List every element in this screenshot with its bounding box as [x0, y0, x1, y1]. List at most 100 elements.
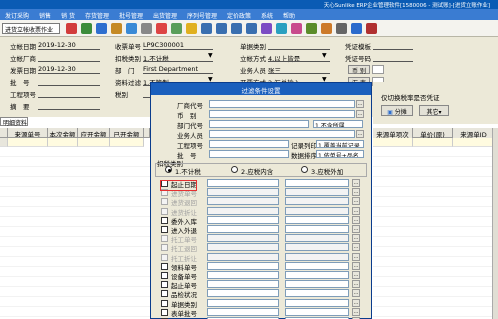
ellipsis-icon[interactable]: …	[352, 271, 360, 279]
batch-input[interactable]	[209, 150, 289, 158]
ellipsis-icon[interactable]: …	[352, 197, 360, 206]
range-from-input[interactable]	[207, 206, 279, 215]
ellipsis-icon[interactable]: …	[352, 289, 360, 298]
range-from-input[interactable]	[207, 271, 279, 279]
close-icon[interactable]	[66, 23, 77, 34]
filter-checkbox[interactable]	[161, 262, 168, 270]
filter-checkbox[interactable]	[161, 299, 168, 307]
table-cell[interactable]	[48, 138, 78, 147]
delete-icon[interactable]	[156, 23, 167, 34]
last-record-icon[interactable]	[246, 23, 257, 34]
sort-select[interactable]: 1.依单号+品名	[316, 150, 364, 158]
chevron-down-icon[interactable]: ▼	[322, 52, 327, 59]
department-scope-select[interactable]: 1.不含所属	[313, 120, 363, 128]
ellipsis-icon[interactable]: …	[352, 234, 360, 243]
range-to-input[interactable]	[285, 188, 349, 197]
prev-record-icon[interactable]	[216, 23, 227, 34]
range-to-input[interactable]	[285, 289, 349, 298]
tax-voucher-link[interactable]: 仅切换税率是否凭证	[381, 92, 440, 102]
split-button[interactable]: ▣ 分摊	[381, 105, 413, 116]
ellipsis-icon[interactable]: …	[352, 179, 360, 187]
ellipsis-icon[interactable]: …	[352, 252, 360, 261]
folder-icon[interactable]	[186, 23, 197, 34]
menu-item[interactable]: 序列号管理	[182, 9, 222, 20]
currency-button[interactable]: 币 别	[348, 65, 370, 75]
filter-checkbox[interactable]	[161, 281, 168, 289]
menu-item[interactable]: 销 货	[56, 9, 80, 20]
menu-item[interactable]: 出货管理	[148, 9, 182, 20]
table-cell[interactable]	[110, 138, 144, 147]
form-select-combo[interactable]: 进货立帐收票作业	[2, 23, 60, 34]
range-from-input[interactable]	[207, 252, 279, 261]
help-icon[interactable]	[291, 23, 302, 34]
project-input[interactable]	[209, 140, 289, 148]
range-from-input[interactable]	[207, 225, 279, 233]
open-icon[interactable]	[111, 23, 122, 34]
tax-radio-1[interactable]	[165, 166, 172, 173]
range-to-input[interactable]	[285, 197, 349, 206]
table-cell[interactable]	[453, 138, 495, 147]
range-to-input[interactable]	[285, 298, 349, 307]
filter-checkbox[interactable]	[161, 290, 168, 298]
filter-checkbox[interactable]	[161, 272, 168, 279]
range-to-input[interactable]	[285, 280, 349, 289]
new-doc-icon[interactable]	[96, 23, 107, 34]
menu-item[interactable]: 系统	[256, 9, 278, 20]
ellipsis-icon[interactable]: …	[356, 110, 364, 118]
filter-checkbox[interactable]	[161, 198, 168, 206]
ellipsis-icon[interactable]: …	[356, 130, 364, 138]
ellipsis-icon[interactable]: …	[352, 261, 360, 270]
ellipsis-icon[interactable]: …	[356, 100, 364, 108]
ellipsis-icon[interactable]: …	[352, 307, 360, 316]
first-record-icon[interactable]	[201, 23, 212, 34]
table-cell[interactable]	[78, 138, 110, 147]
filter-checkbox[interactable]	[161, 244, 168, 252]
filter-checkbox[interactable]	[161, 216, 168, 224]
tab-detail[interactable]: 明细资料	[0, 117, 28, 127]
range-to-input[interactable]	[285, 307, 349, 316]
currency-input[interactable]	[209, 110, 355, 118]
range-from-input[interactable]	[207, 298, 279, 307]
refresh-icon[interactable]	[276, 23, 287, 34]
range-to-input[interactable]	[285, 271, 349, 279]
import-icon[interactable]	[321, 23, 332, 34]
menu-item[interactable]: 销售	[34, 9, 56, 20]
ellipsis-icon[interactable]: …	[352, 225, 360, 233]
range-from-input[interactable]	[207, 234, 279, 243]
menu-item[interactable]: 发订采购	[0, 9, 34, 20]
vertical-scrollbar[interactable]	[492, 128, 498, 319]
query-icon[interactable]	[261, 23, 272, 34]
range-from-input[interactable]	[207, 261, 279, 270]
export-icon[interactable]	[306, 23, 317, 34]
filter-checkbox[interactable]	[161, 308, 168, 316]
filter-checkbox[interactable]	[161, 253, 168, 261]
save-icon[interactable]	[126, 23, 137, 34]
range-from-input[interactable]	[207, 179, 279, 187]
range-to-input[interactable]	[285, 215, 349, 224]
phone-icon[interactable]	[81, 23, 92, 34]
salesperson-input[interactable]	[209, 130, 355, 138]
tax-radio-3[interactable]	[301, 166, 308, 173]
range-to-input[interactable]	[285, 179, 349, 187]
range-from-input[interactable]	[207, 289, 279, 298]
menu-item[interactable]: 批号管理	[114, 9, 148, 20]
currency-field[interactable]	[372, 65, 384, 74]
range-to-input[interactable]	[285, 206, 349, 215]
range-to-input[interactable]	[285, 243, 349, 252]
range-from-input[interactable]	[207, 197, 279, 206]
ellipsis-icon[interactable]: …	[352, 188, 360, 197]
menu-item[interactable]: 定价政策	[222, 9, 256, 20]
range-to-input[interactable]	[285, 234, 349, 243]
range-from-input[interactable]	[207, 307, 279, 316]
ellipsis-icon[interactable]: …	[352, 215, 360, 224]
add-row-icon[interactable]	[171, 23, 182, 34]
chevron-down-icon[interactable]: ▼	[208, 52, 213, 59]
range-from-input[interactable]	[207, 215, 279, 224]
print-icon[interactable]	[141, 23, 152, 34]
department-code-input[interactable]	[209, 120, 309, 128]
table-cell[interactable]	[413, 138, 453, 147]
settings-icon[interactable]	[336, 23, 347, 34]
range-to-input[interactable]	[285, 261, 349, 270]
range-from-input[interactable]	[207, 188, 279, 197]
department-field[interactable]: First Department	[143, 65, 198, 73]
